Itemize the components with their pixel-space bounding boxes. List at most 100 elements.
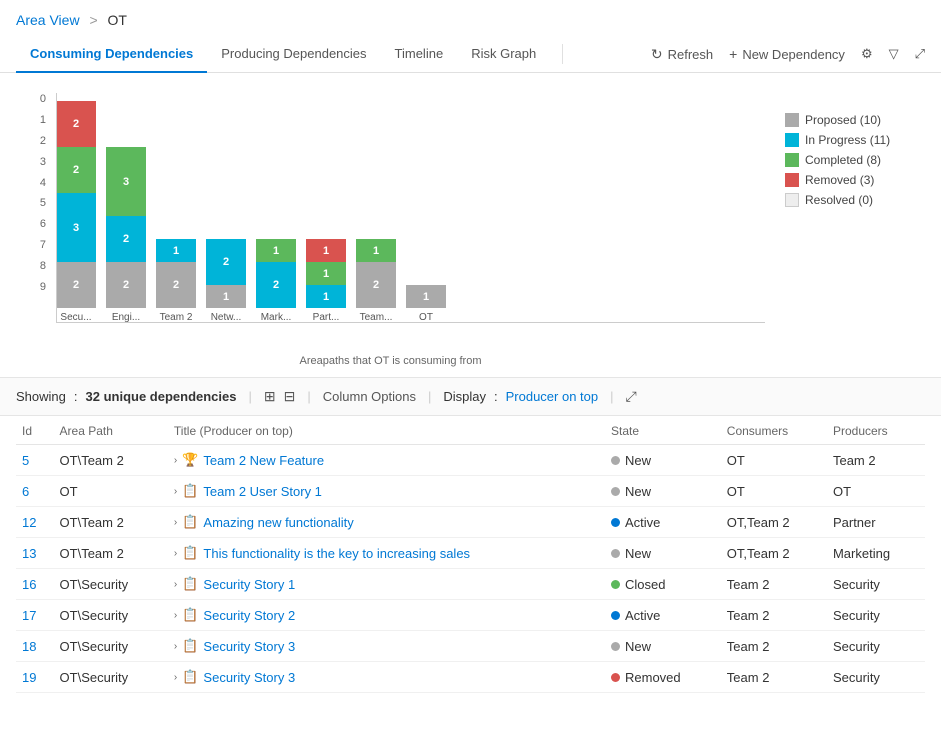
bar-col-1[interactable]: 223Engi... bbox=[106, 147, 146, 323]
row-id-0[interactable]: 5 bbox=[22, 453, 29, 468]
col-producers: Producers bbox=[827, 416, 925, 445]
legend-item-1: In Progress (11) bbox=[785, 133, 925, 147]
state-dot-1 bbox=[611, 487, 620, 496]
row-title-text-7[interactable]: Security Story 3 bbox=[203, 670, 295, 685]
row-title-text-0[interactable]: Team 2 New Feature bbox=[203, 453, 324, 468]
bar-col-6[interactable]: 21Team... bbox=[356, 239, 396, 323]
row-id-1[interactable]: 6 bbox=[22, 484, 29, 499]
table-row: 17OT\Security›📋Security Story 2ActiveTea… bbox=[16, 600, 925, 631]
row-title-text-3[interactable]: This functionality is the key to increas… bbox=[203, 546, 470, 561]
display-value[interactable]: Producer on top bbox=[506, 389, 599, 404]
plus-icon: + bbox=[729, 46, 737, 62]
row-title-text-2[interactable]: Amazing new functionality bbox=[203, 515, 353, 530]
bar-stack-7: 1 bbox=[406, 285, 446, 308]
chart-area: 9 8 7 6 5 4 3 2 1 0 2322Secu...223Engi..… bbox=[16, 93, 765, 367]
refresh-button[interactable]: ↻ Refresh bbox=[651, 46, 713, 63]
filter-button[interactable]: ▽ bbox=[889, 46, 899, 62]
state-dot-3 bbox=[611, 549, 620, 558]
gear-icon: ⚙ bbox=[861, 46, 873, 62]
row-title-text-6[interactable]: Security Story 3 bbox=[203, 639, 295, 654]
row-id-7[interactable]: 19 bbox=[22, 670, 36, 685]
bar-col-4[interactable]: 21Mark... bbox=[256, 239, 296, 323]
row-title-text-1[interactable]: Team 2 User Story 1 bbox=[203, 484, 322, 499]
row-id-5[interactable]: 17 bbox=[22, 608, 36, 623]
bar-stack-6: 21 bbox=[356, 239, 396, 308]
showing-bar: Showing : 32 unique dependencies | ⊞ ⊟ |… bbox=[0, 377, 941, 416]
row-title-text-4[interactable]: Security Story 1 bbox=[203, 577, 295, 592]
bar-segment-6-2: 1 bbox=[356, 239, 396, 262]
y-tick-6: 6 bbox=[16, 218, 46, 230]
chart-container: 9 8 7 6 5 4 3 2 1 0 2322Secu...223Engi..… bbox=[16, 93, 925, 367]
y-tick-7: 7 bbox=[16, 239, 46, 251]
bar-stack-2: 21 bbox=[156, 239, 196, 308]
state-dot-7 bbox=[611, 673, 620, 682]
row-area-7: OT\Security bbox=[54, 662, 168, 693]
row-id-2[interactable]: 12 bbox=[22, 515, 36, 530]
legend-label-3: Removed (3) bbox=[805, 173, 874, 187]
bar-segment-6-0: 2 bbox=[356, 262, 396, 308]
bar-col-7[interactable]: 1OT bbox=[406, 285, 446, 323]
row-expand-7[interactable]: › bbox=[174, 672, 177, 683]
fullscreen-icon[interactable]: ⤢ bbox=[626, 388, 637, 405]
table-header: Id Area Path Title (Producer on top) Sta… bbox=[16, 416, 925, 445]
row-expand-4[interactable]: › bbox=[174, 579, 177, 590]
expand-rows-icon[interactable]: ⊞ bbox=[264, 388, 276, 405]
settings-button[interactable]: ⚙ bbox=[861, 46, 873, 62]
row-id-6[interactable]: 18 bbox=[22, 639, 36, 654]
bar-segment-2-1: 1 bbox=[156, 239, 196, 262]
work-item-icon-1: 📋 bbox=[182, 483, 198, 499]
tab-producing[interactable]: Producing Dependencies bbox=[207, 36, 380, 73]
bar-stack-4: 21 bbox=[256, 239, 296, 308]
column-options-button[interactable]: Column Options bbox=[323, 389, 416, 404]
row-producers-2: Partner bbox=[827, 507, 925, 538]
row-expand-2[interactable]: › bbox=[174, 517, 177, 528]
bar-col-0[interactable]: 2322Secu... bbox=[56, 101, 96, 323]
bar-segment-1-1: 2 bbox=[106, 216, 146, 262]
y-tick-2: 2 bbox=[16, 135, 46, 147]
expand-button[interactable]: ⤢ bbox=[915, 46, 925, 62]
bar-segment-0-3: 2 bbox=[56, 101, 96, 147]
state-text-6: New bbox=[625, 639, 651, 654]
legend-color-4 bbox=[785, 193, 799, 207]
state-text-3: New bbox=[625, 546, 651, 561]
bar-col-5[interactable]: 111Part... bbox=[306, 239, 346, 323]
bar-col-2[interactable]: 21Team 2 bbox=[156, 239, 196, 323]
work-item-icon-2: 📋 bbox=[182, 514, 198, 530]
table-body: 5OT\Team 2›🏆Team 2 New FeatureNewOTTeam … bbox=[16, 445, 925, 693]
bar-col-3[interactable]: 12Netw... bbox=[206, 239, 246, 323]
y-axis: 9 8 7 6 5 4 3 2 1 0 bbox=[16, 93, 46, 323]
bar-segment-0-0: 2 bbox=[56, 262, 96, 308]
collapse-rows-icon[interactable]: ⊟ bbox=[284, 388, 296, 405]
bar-segment-4-2: 1 bbox=[256, 239, 296, 262]
tab-timeline[interactable]: Timeline bbox=[381, 36, 458, 73]
col-state: State bbox=[605, 416, 721, 445]
breadcrumb-parent[interactable]: Area View bbox=[16, 12, 80, 28]
row-area-2: OT\Team 2 bbox=[54, 507, 168, 538]
chart-wrap: 9 8 7 6 5 4 3 2 1 0 2322Secu...223Engi..… bbox=[16, 93, 765, 353]
work-item-icon-0: 🏆 bbox=[182, 452, 198, 468]
y-axis-line bbox=[56, 93, 57, 323]
new-dependency-button[interactable]: + New Dependency bbox=[729, 46, 845, 62]
bar-segment-1-0: 2 bbox=[106, 262, 146, 308]
tab-consuming[interactable]: Consuming Dependencies bbox=[16, 36, 207, 73]
row-title-text-5[interactable]: Security Story 2 bbox=[203, 608, 295, 623]
row-expand-3[interactable]: › bbox=[174, 548, 177, 559]
refresh-label: Refresh bbox=[668, 47, 714, 62]
row-id-3[interactable]: 13 bbox=[22, 546, 36, 561]
legend-color-2 bbox=[785, 153, 799, 167]
row-expand-5[interactable]: › bbox=[174, 610, 177, 621]
table-row: 18OT\Security›📋Security Story 3NewTeam 2… bbox=[16, 631, 925, 662]
row-expand-6[interactable]: › bbox=[174, 641, 177, 652]
col-consumers: Consumers bbox=[721, 416, 827, 445]
state-text-1: New bbox=[625, 484, 651, 499]
row-expand-0[interactable]: › bbox=[174, 455, 177, 466]
row-consumers-2: OT,Team 2 bbox=[721, 507, 827, 538]
tab-risk[interactable]: Risk Graph bbox=[457, 36, 550, 73]
x-axis-line bbox=[56, 322, 765, 323]
row-id-4[interactable]: 16 bbox=[22, 577, 36, 592]
state-text-2: Active bbox=[625, 515, 660, 530]
header-row: Id Area Path Title (Producer on top) Sta… bbox=[16, 416, 925, 445]
breadcrumb: Area View > OT bbox=[16, 12, 925, 28]
bar-segment-0-1: 3 bbox=[56, 193, 96, 262]
row-expand-1[interactable]: › bbox=[174, 486, 177, 497]
